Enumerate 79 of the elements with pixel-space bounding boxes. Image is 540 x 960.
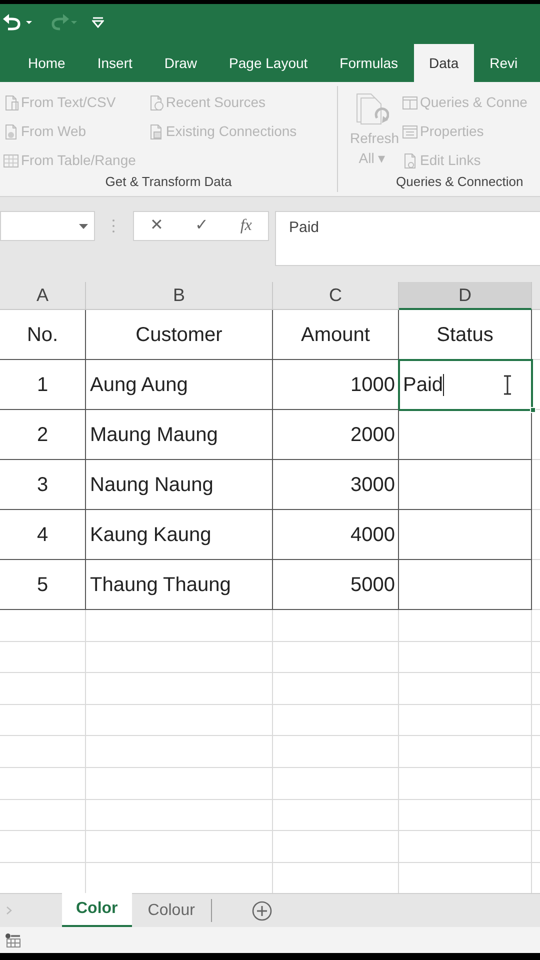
cancel-button[interactable]: ✕	[150, 214, 164, 238]
ribbon-tab[interactable]: Draw	[148, 44, 214, 82]
formula-value: Paid	[289, 219, 320, 236]
empty-cell[interactable]	[86, 800, 273, 832]
empty-cell[interactable]	[0, 800, 86, 832]
table-cell: 5	[0, 560, 86, 610]
table-cell: Aung Aung	[86, 360, 273, 410]
table-cell: 5000	[273, 560, 399, 610]
table-cell: Paid	[399, 360, 532, 410]
empty-cell[interactable]	[0, 673, 86, 705]
empty-cell[interactable]	[86, 673, 273, 705]
empty-cell[interactable]	[273, 704, 399, 736]
empty-cell[interactable]	[273, 642, 399, 674]
table-cell: 4000	[273, 510, 399, 560]
empty-cell[interactable]	[86, 831, 273, 863]
empty-cell[interactable]	[86, 768, 273, 800]
insert-function-button[interactable]: fx	[240, 214, 252, 238]
dropdown-icon	[79, 224, 88, 228]
text-cursor-icon	[503, 375, 512, 395]
add-sheet-icon[interactable]	[252, 900, 272, 920]
table-cell: Thaung Thaung	[86, 560, 273, 610]
empty-cell[interactable]	[399, 642, 532, 674]
empty-cell[interactable]	[399, 736, 532, 768]
scroll-right-icon[interactable]	[6, 906, 12, 915]
empty-cell[interactable]	[86, 642, 273, 674]
table-cell: 3	[0, 460, 86, 510]
empty-cell[interactable]	[0, 831, 86, 863]
empty-cell[interactable]	[0, 610, 86, 642]
table-cell: Naung Naung	[86, 460, 273, 510]
column-header[interactable]: D	[399, 282, 532, 310]
empty-cell[interactable]	[273, 768, 399, 800]
ribbon-tab[interactable]: Formulas	[324, 44, 414, 82]
fill-handle[interactable]	[530, 407, 536, 413]
table-cell: Maung Maung	[86, 410, 273, 460]
ribbon-tab[interactable]: Revi	[474, 44, 534, 82]
table-cell: 3000	[273, 460, 399, 510]
empty-cell[interactable]	[0, 768, 86, 800]
formula-bar[interactable]: Paid	[275, 211, 540, 266]
macro-record-icon[interactable]	[5, 932, 21, 948]
empty-cell[interactable]	[399, 831, 532, 863]
enter-button[interactable]: ✓	[195, 214, 208, 238]
empty-cell[interactable]	[273, 736, 399, 768]
sheet-tab[interactable]: Color	[62, 893, 132, 927]
customize-toolbar-icon[interactable]	[92, 16, 104, 28]
empty-cell[interactable]	[0, 736, 86, 768]
ribbon-tab[interactable]: Page Layout	[213, 44, 324, 82]
group-label: Queries & Connection	[395, 173, 524, 191]
column-heading: Customer	[86, 310, 273, 360]
empty-cell[interactable]	[273, 831, 399, 863]
group-label: Get & Transform Data	[104, 173, 233, 191]
table-cell: 1	[0, 360, 86, 410]
empty-cell[interactable]	[399, 673, 532, 705]
empty-cell[interactable]	[399, 800, 532, 832]
empty-cell[interactable]	[273, 800, 399, 832]
column-heading: No.	[0, 310, 86, 360]
sheet-tab[interactable]: Colour	[132, 899, 212, 922]
empty-cell[interactable]	[399, 610, 532, 642]
column-heading: Status	[399, 310, 532, 360]
table-cell: Kaung Kaung	[86, 510, 273, 560]
empty-cell[interactable]	[273, 610, 399, 642]
table-cell: 2000	[273, 410, 399, 460]
ribbon-tab[interactable]: Data	[414, 44, 474, 82]
empty-cell[interactable]	[86, 736, 273, 768]
ribbon-tab[interactable]: Home	[12, 44, 82, 82]
column-heading: Amount	[273, 310, 399, 360]
table-cell: 1000	[273, 360, 399, 410]
ribbon-tab[interactable]: Insert	[81, 44, 148, 82]
empty-cell[interactable]	[86, 610, 273, 642]
empty-cell[interactable]	[399, 768, 532, 800]
table-cell: 2	[0, 410, 86, 460]
name-box[interactable]	[0, 211, 95, 241]
undo-icon[interactable]	[2, 13, 34, 31]
empty-cell[interactable]	[0, 642, 86, 674]
table-cell: 4	[0, 510, 86, 560]
empty-cell[interactable]	[273, 673, 399, 705]
grip-icon	[112, 219, 115, 233]
empty-cell[interactable]	[399, 704, 532, 736]
empty-cell[interactable]	[86, 704, 273, 736]
empty-cell[interactable]	[0, 704, 86, 736]
